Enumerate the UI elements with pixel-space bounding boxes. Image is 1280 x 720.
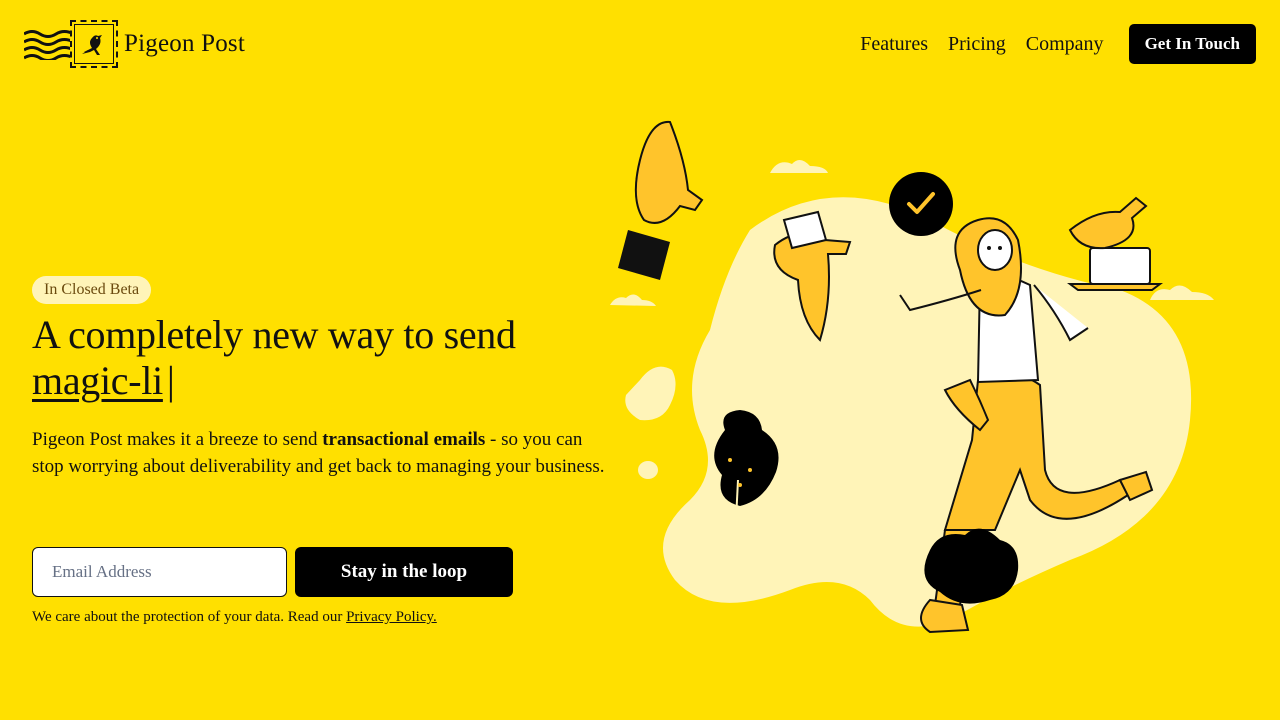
pigeon-on-laptop (1068, 196, 1148, 250)
privacy-text: We care about the protection of your dat… (32, 609, 347, 625)
tiny-blob (638, 461, 658, 479)
typing-cursor: | (166, 358, 175, 403)
small-blob (625, 366, 676, 421)
privacy-notice: We care about the protection of your dat… (32, 609, 437, 626)
laptop (1089, 247, 1151, 285)
wavy-lines-icon (24, 30, 74, 60)
stay-in-the-loop-button[interactable]: Stay in the loop (295, 547, 513, 597)
get-in-touch-button[interactable]: Get In Touch (1128, 24, 1256, 64)
brand-logo[interactable]: Pigeon Post (24, 19, 245, 69)
hero-illustration (610, 120, 1214, 634)
brand-name: Pigeon Post (124, 30, 245, 57)
nav-link-pricing[interactable]: Pricing (948, 33, 1006, 56)
privacy-policy-link[interactable]: Privacy Policy. (346, 609, 437, 625)
checkmark-icon (889, 172, 953, 236)
nav-link-company[interactable]: Company (1026, 33, 1104, 56)
description-part-1: Pigeon Post makes it a breeze to send (32, 429, 323, 450)
site-header: Pigeon Post Features Pricing Company Get… (0, 0, 1280, 88)
email-field[interactable] (32, 547, 287, 597)
status-badge: In Closed Beta (32, 276, 152, 304)
hero-headline: A completely new way to send magic-li | (32, 312, 632, 404)
headline-typed-word: magic-li (32, 358, 163, 403)
description-bold: transactional emails (322, 429, 486, 450)
cloud-1 (770, 159, 828, 173)
nav-link-features[interactable]: Features (860, 33, 928, 56)
hero-description: Pigeon Post makes it a breeze to send tr… (32, 426, 612, 480)
main-nav: Features Pricing Company Get In Touch (860, 24, 1256, 64)
headline-prefix: A completely new way to send (32, 312, 516, 357)
flying-pigeon-3 (618, 120, 704, 280)
cloud-4 (1150, 285, 1214, 300)
cloud-3 (610, 294, 656, 306)
pigeon-stamp-icon (70, 20, 118, 68)
